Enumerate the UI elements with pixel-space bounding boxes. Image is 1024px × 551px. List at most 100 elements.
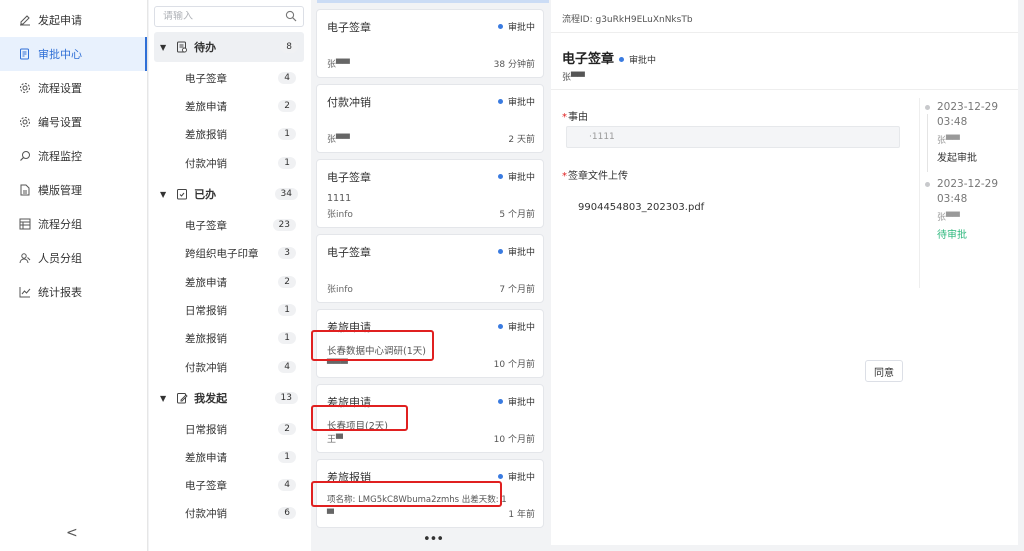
- group-label: 待办: [194, 41, 217, 54]
- card-time: 10 个月前: [493, 435, 535, 445]
- card-user: 张▀▀: [327, 60, 350, 70]
- status-text: 审批中: [507, 173, 535, 183]
- status-dot-icon: [497, 324, 503, 329]
- card-user: 张info: [327, 285, 353, 295]
- highlight-box: [311, 481, 502, 507]
- search-input[interactable]: [163, 11, 281, 22]
- card-status: 审批中: [497, 245, 535, 258]
- card-status: 审批中: [497, 170, 535, 183]
- monitor-search-icon: [18, 149, 32, 163]
- subcat-label: 电子签章: [185, 479, 227, 492]
- subcat-label: 付款冲销: [185, 507, 227, 520]
- approval-card[interactable]: 电子签章 审批中 张▀▀ 38 分钟前: [316, 9, 544, 78]
- clipboard-check-icon: [176, 188, 188, 200]
- nav-item-flow-group[interactable]: 流程分组: [0, 207, 147, 241]
- card-user: ▀▀▀: [327, 360, 348, 370]
- subcat-item[interactable]: 电子签章 4: [154, 66, 304, 90]
- nav-item-statistics[interactable]: 统计报表: [0, 275, 147, 309]
- timeline-datetime: 2023-12-29 03:48: [937, 100, 1007, 130]
- nav-item-approval-center[interactable]: 审批中心: [0, 37, 147, 71]
- nav-item-number-settings[interactable]: 编号设置: [0, 105, 147, 139]
- approval-form: *事由 ·1111 *签章文件上传 9904454803_202303.pdf …: [562, 98, 903, 382]
- line-chart-icon: [18, 285, 32, 299]
- search-icon[interactable]: [285, 10, 297, 25]
- left-nav: 发起申请 审批中心 流程设置 编号设置 流程监控 模版管理 流程分组 人员分组 …: [0, 0, 148, 551]
- subcat-item[interactable]: 差旅报销 1: [154, 326, 304, 350]
- subcat-label: 差旅申请: [185, 100, 227, 113]
- status-dot-icon: [497, 99, 503, 104]
- group-todo[interactable]: ▼ 待办 8: [154, 32, 304, 62]
- more-icon[interactable]: •••: [423, 532, 444, 547]
- highlight-box: [311, 405, 408, 431]
- card-status: 审批中: [497, 470, 535, 483]
- timeline-dot-icon: [925, 182, 930, 187]
- timeline-action: 待审批: [937, 230, 967, 241]
- status-text: 审批中: [507, 398, 535, 408]
- nav-label: 统计报表: [38, 286, 82, 299]
- nav-label: 编号设置: [38, 116, 82, 129]
- approval-card[interactable]: 电子签章 审批中 1111 张info 5 个月前: [316, 159, 544, 228]
- subcat-count: 3: [278, 247, 296, 259]
- nav-item-apply[interactable]: 发起申请: [0, 3, 147, 37]
- approval-card[interactable]: 付款冲销 审批中 张▀▀ 2 天前: [316, 84, 544, 153]
- group-label: 已办: [194, 188, 217, 201]
- subcat-count: 1: [278, 304, 296, 316]
- card-user: ▀: [327, 510, 334, 520]
- subcat-count: 2: [278, 100, 296, 112]
- subcat-item[interactable]: 电子签章 4: [154, 473, 304, 497]
- nav-item-flow-settings[interactable]: 流程设置: [0, 71, 147, 105]
- gear-icon: [18, 115, 32, 129]
- grid-icon: [18, 217, 32, 231]
- nav-item-template-mgmt[interactable]: 模版管理: [0, 173, 147, 207]
- subcat-item[interactable]: 日常报销 2: [154, 417, 304, 441]
- subcat-item[interactable]: 付款冲销 1: [154, 151, 304, 175]
- subcat-label: 付款冲销: [185, 157, 227, 170]
- timeline-entry: 2023-12-29 03:48 张▀▀ 待审批: [925, 177, 1005, 247]
- card-time: 10 个月前: [493, 360, 535, 370]
- group-count: 13: [274, 392, 298, 404]
- divider: [551, 32, 1018, 33]
- highlight-box: [311, 330, 434, 361]
- subcat-item[interactable]: 差旅申请 2: [154, 94, 304, 118]
- subcat-item[interactable]: 日常报销 1: [154, 298, 304, 322]
- card-time: 7 个月前: [499, 285, 535, 295]
- subcat-item[interactable]: 差旅申请 1: [154, 445, 304, 469]
- group-label: 我发起: [194, 392, 228, 405]
- group-initiated[interactable]: ▼ 我发起 13: [154, 383, 304, 413]
- subcat-item[interactable]: 电子签章 23: [154, 213, 304, 237]
- subcat-item[interactable]: 付款冲销 4: [154, 355, 304, 379]
- collapse-icon[interactable]: <: [66, 525, 78, 541]
- subcat-label: 日常报销: [185, 304, 227, 317]
- detail-panel: 流程ID: g3uRkH9ELuXnNksTb 电子签章 审批中 张▀▀ *事由…: [551, 0, 1018, 545]
- timeline-date: 2023-12-29: [937, 178, 999, 190]
- status-text: 审批中: [507, 23, 535, 33]
- todo-doc-icon: [176, 41, 188, 53]
- subcat-item[interactable]: 跨组织电子印章 3: [154, 241, 304, 265]
- window-scrollbar[interactable]: [1018, 0, 1024, 551]
- search-box[interactable]: [154, 6, 304, 27]
- nav-item-people-group[interactable]: 人员分组: [0, 241, 147, 275]
- nav-label: 流程分组: [38, 218, 82, 231]
- approval-card[interactable]: 电子签章 审批中 张info 7 个月前: [316, 234, 544, 303]
- group-count: 34: [274, 188, 298, 200]
- timeline-user: 张▀▀: [937, 213, 960, 223]
- approval-doc-icon: [18, 47, 32, 61]
- subcat-label: 付款冲销: [185, 361, 227, 374]
- card-title: 付款冲销: [327, 96, 371, 109]
- subcat-item[interactable]: 差旅报销 1: [154, 122, 304, 146]
- agree-button[interactable]: 同意: [865, 360, 903, 382]
- card-time: 1 年前: [508, 510, 535, 520]
- caret-down-icon: ▼: [160, 42, 167, 52]
- document-icon: [18, 183, 32, 197]
- nav-label: 模版管理: [38, 184, 82, 197]
- reason-field[interactable]: ·1111: [566, 126, 900, 148]
- group-done[interactable]: ▼ 已办 34: [154, 179, 304, 209]
- subcat-item[interactable]: 付款冲销 6: [154, 501, 304, 525]
- subcat-count: 4: [278, 361, 296, 373]
- uploaded-file-link[interactable]: 9904454803_202303.pdf: [578, 202, 704, 213]
- nav-item-flow-monitor[interactable]: 流程监控: [0, 139, 147, 173]
- subcat-item[interactable]: 差旅申请 2: [154, 270, 304, 294]
- card-desc: 1111: [327, 193, 352, 204]
- subcat-count: 4: [278, 479, 296, 491]
- nav-label: 人员分组: [38, 252, 82, 265]
